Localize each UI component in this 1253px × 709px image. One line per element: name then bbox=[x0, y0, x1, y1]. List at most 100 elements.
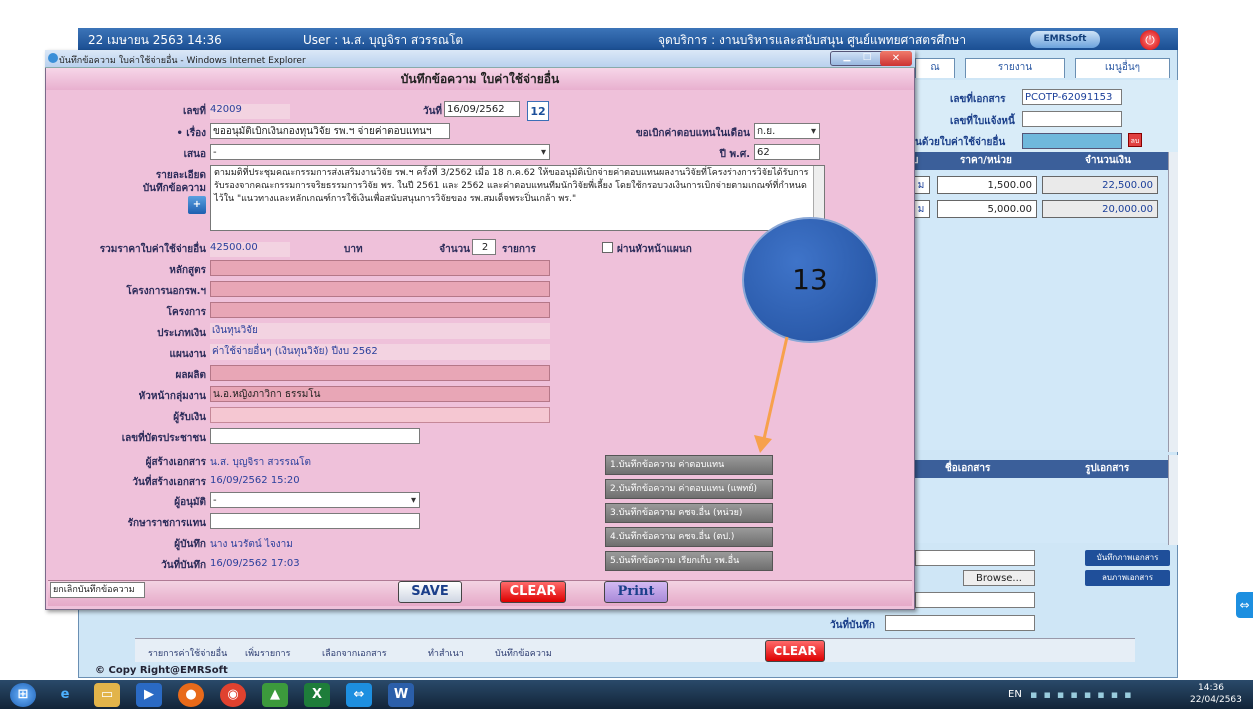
arrow-icon bbox=[754, 336, 789, 453]
link-copy[interactable]: ทำสำเนา bbox=[428, 646, 464, 660]
tab-partial[interactable]: ณ bbox=[915, 58, 955, 78]
save-doc-image-button[interactable]: บันทึกภาพเอกสาร bbox=[1085, 550, 1170, 566]
media-icon[interactable]: ▶ bbox=[136, 683, 162, 707]
header-user: User : น.ส. บุญจิรา สวรรณโต bbox=[303, 33, 464, 47]
folder-icon[interactable]: ▭ bbox=[94, 683, 120, 707]
power-icon[interactable]: ⏻ bbox=[1140, 30, 1160, 50]
tray-icons[interactable]: ▪▪▪▪▪▪▪▪ bbox=[1030, 688, 1138, 701]
teamviewer-tab-icon[interactable]: ⇔ bbox=[1236, 592, 1253, 618]
memo-btn-other-tp[interactable]: 4.บันทึกข้อความ คชจ.อื่น (ตป.) bbox=[605, 527, 773, 547]
minimize-icon[interactable]: ▁ bbox=[838, 52, 856, 64]
approver-label: ผู้อนุมัติ bbox=[174, 497, 206, 508]
count-value: 2 bbox=[472, 239, 496, 255]
bottom-clear-button[interactable]: CLEAR bbox=[765, 640, 825, 662]
recorded-date-value: 16/09/2562 17:03 bbox=[210, 558, 300, 569]
receiver-field[interactable] bbox=[210, 407, 550, 423]
header-department: จุดบริการ : งานบริหารและสนับสนุน ศูนย์แพ… bbox=[658, 33, 967, 47]
cancel-memo-field[interactable]: ยกเลิกบันทึกข้อความ bbox=[50, 582, 145, 598]
step-number-badge: 13 bbox=[742, 217, 878, 343]
tab-report[interactable]: รายงาน bbox=[965, 58, 1065, 78]
project-ops-label: โครงการนอกรพ.ฯ bbox=[126, 286, 206, 297]
clear-button[interactable]: CLEAR bbox=[500, 581, 566, 603]
teamviewer-icon[interactable]: ⇔ bbox=[346, 683, 372, 707]
created-date-label: วันที่สร้างเอกสาร bbox=[132, 477, 206, 488]
start-icon[interactable]: ⊞ bbox=[10, 683, 36, 707]
expense-field[interactable] bbox=[1022, 133, 1122, 149]
word-icon[interactable]: W bbox=[388, 683, 414, 707]
record-field-1[interactable] bbox=[915, 592, 1035, 608]
acting-field[interactable] bbox=[210, 513, 420, 529]
approver-select[interactable]: - bbox=[210, 492, 420, 508]
id-card-field[interactable] bbox=[210, 428, 420, 444]
via-head-checkbox[interactable] bbox=[602, 242, 613, 253]
doc-no-field[interactable]: PCOTP-62091153 bbox=[1022, 89, 1122, 105]
items-scrollbar[interactable] bbox=[1168, 152, 1178, 452]
link-add-item[interactable]: เพิ่มรายการ bbox=[245, 646, 290, 660]
col-doc-type: รูปเอกสาร bbox=[1085, 463, 1130, 474]
memo-btn-other-unit[interactable]: 3.บันทึกข้อความ คชจ.อื่น (หน่วย) bbox=[605, 503, 773, 523]
language-indicator[interactable]: EN bbox=[1008, 689, 1022, 700]
detail-textarea[interactable]: ตามมติที่ประชุมคณะกรรมการส่งเสริมงานวิจั… bbox=[210, 165, 825, 231]
subject-label: • เรื่อง bbox=[176, 128, 206, 139]
date-label: วันที่ bbox=[422, 106, 442, 117]
acting-label: รักษาราชการแทน bbox=[127, 518, 206, 529]
app-header: 22 เมษายน 2563 14:36 User : น.ส. บุญจิรา… bbox=[78, 28, 1178, 50]
firefox-icon[interactable]: ● bbox=[178, 683, 204, 707]
print-button[interactable]: Print bbox=[604, 581, 668, 603]
project-field[interactable] bbox=[210, 302, 550, 318]
doc-number-value: 42009 bbox=[210, 104, 290, 119]
items-label: รายการ bbox=[502, 244, 536, 255]
row2-unit-price[interactable]: 5,000.00 bbox=[937, 200, 1037, 218]
ie-icon bbox=[48, 53, 58, 63]
memo-btn-charge-other-hospital[interactable]: 5.บันทึกข้อความ เรียกเก็บ รพ.อื่น bbox=[605, 551, 773, 571]
tab-other-menu[interactable]: เมนูอื่นๆ bbox=[1075, 58, 1170, 78]
subject-field[interactable]: ขออนุมัติเบิกเงินกองทุนวิจัย รพ.ฯ จ่ายค่… bbox=[210, 123, 450, 139]
file-path-input[interactable] bbox=[915, 550, 1035, 566]
course-field[interactable] bbox=[210, 260, 550, 276]
project-label: โครงการ bbox=[166, 307, 206, 318]
col-unit-price: ราคา/หน่วย bbox=[960, 155, 1012, 166]
doc-number-label: เลขที่ bbox=[183, 106, 206, 117]
memo-btn-compensation-doctor[interactable]: 2.บันทึกข้อความ ค่าตอบแทน (แพทย์) bbox=[605, 479, 773, 499]
money-type-label: ประเภทเงิน bbox=[157, 328, 206, 339]
add-memo-icon[interactable]: + bbox=[188, 196, 206, 214]
copyright: © Copy Right@EMRSoft bbox=[95, 665, 228, 676]
app-icon[interactable]: ▲ bbox=[262, 683, 288, 707]
memo-btn-compensation[interactable]: 1.บันทึกข้อความ ค่าตอบแทน bbox=[605, 455, 773, 475]
claim-month-select[interactable]: ก.ย. bbox=[754, 123, 820, 139]
output-field[interactable] bbox=[210, 365, 550, 381]
maximize-icon[interactable]: □ bbox=[858, 52, 876, 64]
row1-unit-price[interactable]: 1,500.00 bbox=[937, 176, 1037, 194]
remove-doc-image-button[interactable]: ลบภาพเอกสาร bbox=[1085, 570, 1170, 586]
delete-icon[interactable]: ลบ bbox=[1128, 133, 1142, 147]
save-button[interactable]: SAVE bbox=[398, 581, 462, 603]
docs-table-header: ชื่อเอกสาร รูปเอกสาร bbox=[910, 460, 1168, 478]
project-ops-field[interactable] bbox=[210, 281, 550, 297]
row1-amount: 22,500.00 bbox=[1042, 176, 1158, 194]
link-select-from-doc[interactable]: เลือกจากเอกสาร bbox=[322, 646, 387, 660]
dialog-titlebar: บันทึกข้อความ ใบค่าใช้จ่ายอื่น - Windows… bbox=[45, 50, 915, 68]
year-label: ปี พ.ศ. bbox=[719, 149, 750, 160]
record-date-field[interactable] bbox=[885, 615, 1035, 631]
calendar-icon[interactable]: 12 bbox=[527, 101, 549, 121]
claim-month-label: ขอเบิกค่าตอบแทนในเดือน bbox=[635, 128, 750, 139]
year-field[interactable]: 62 bbox=[754, 144, 820, 160]
link-other-expenses[interactable]: รายการค่าใช้จ่ายอื่น bbox=[148, 646, 227, 660]
docs-table-body bbox=[910, 478, 1168, 543]
close-icon[interactable]: ✕ bbox=[880, 51, 912, 66]
chrome-icon[interactable]: ◉ bbox=[220, 683, 246, 707]
date-field[interactable]: 16/09/2562 bbox=[444, 101, 520, 117]
propose-select[interactable]: - bbox=[210, 144, 550, 160]
browse-button[interactable]: Browse... bbox=[963, 570, 1035, 586]
group-head-field[interactable]: น.อ.หญิงภาวิกา ธรรมโน bbox=[210, 386, 550, 402]
notify-no-label: เลขที่ใบแจ้งหนี้ bbox=[950, 116, 1015, 127]
link-memo[interactable]: บันทึกข้อความ bbox=[495, 646, 552, 660]
baht-label: บาท bbox=[344, 244, 363, 255]
recorder-value: นาง นวรัตน์ ไจงาม bbox=[210, 539, 293, 550]
ie-taskbar-icon[interactable]: e bbox=[52, 683, 78, 707]
notify-no-field[interactable] bbox=[1022, 111, 1122, 127]
clock-date: 22/04/2563 bbox=[1190, 695, 1242, 705]
items-table-header: บ ราคา/หน่วย จำนวนเงิน bbox=[910, 152, 1168, 170]
docs-scrollbar[interactable] bbox=[1168, 455, 1178, 545]
excel-icon[interactable]: X bbox=[304, 683, 330, 707]
